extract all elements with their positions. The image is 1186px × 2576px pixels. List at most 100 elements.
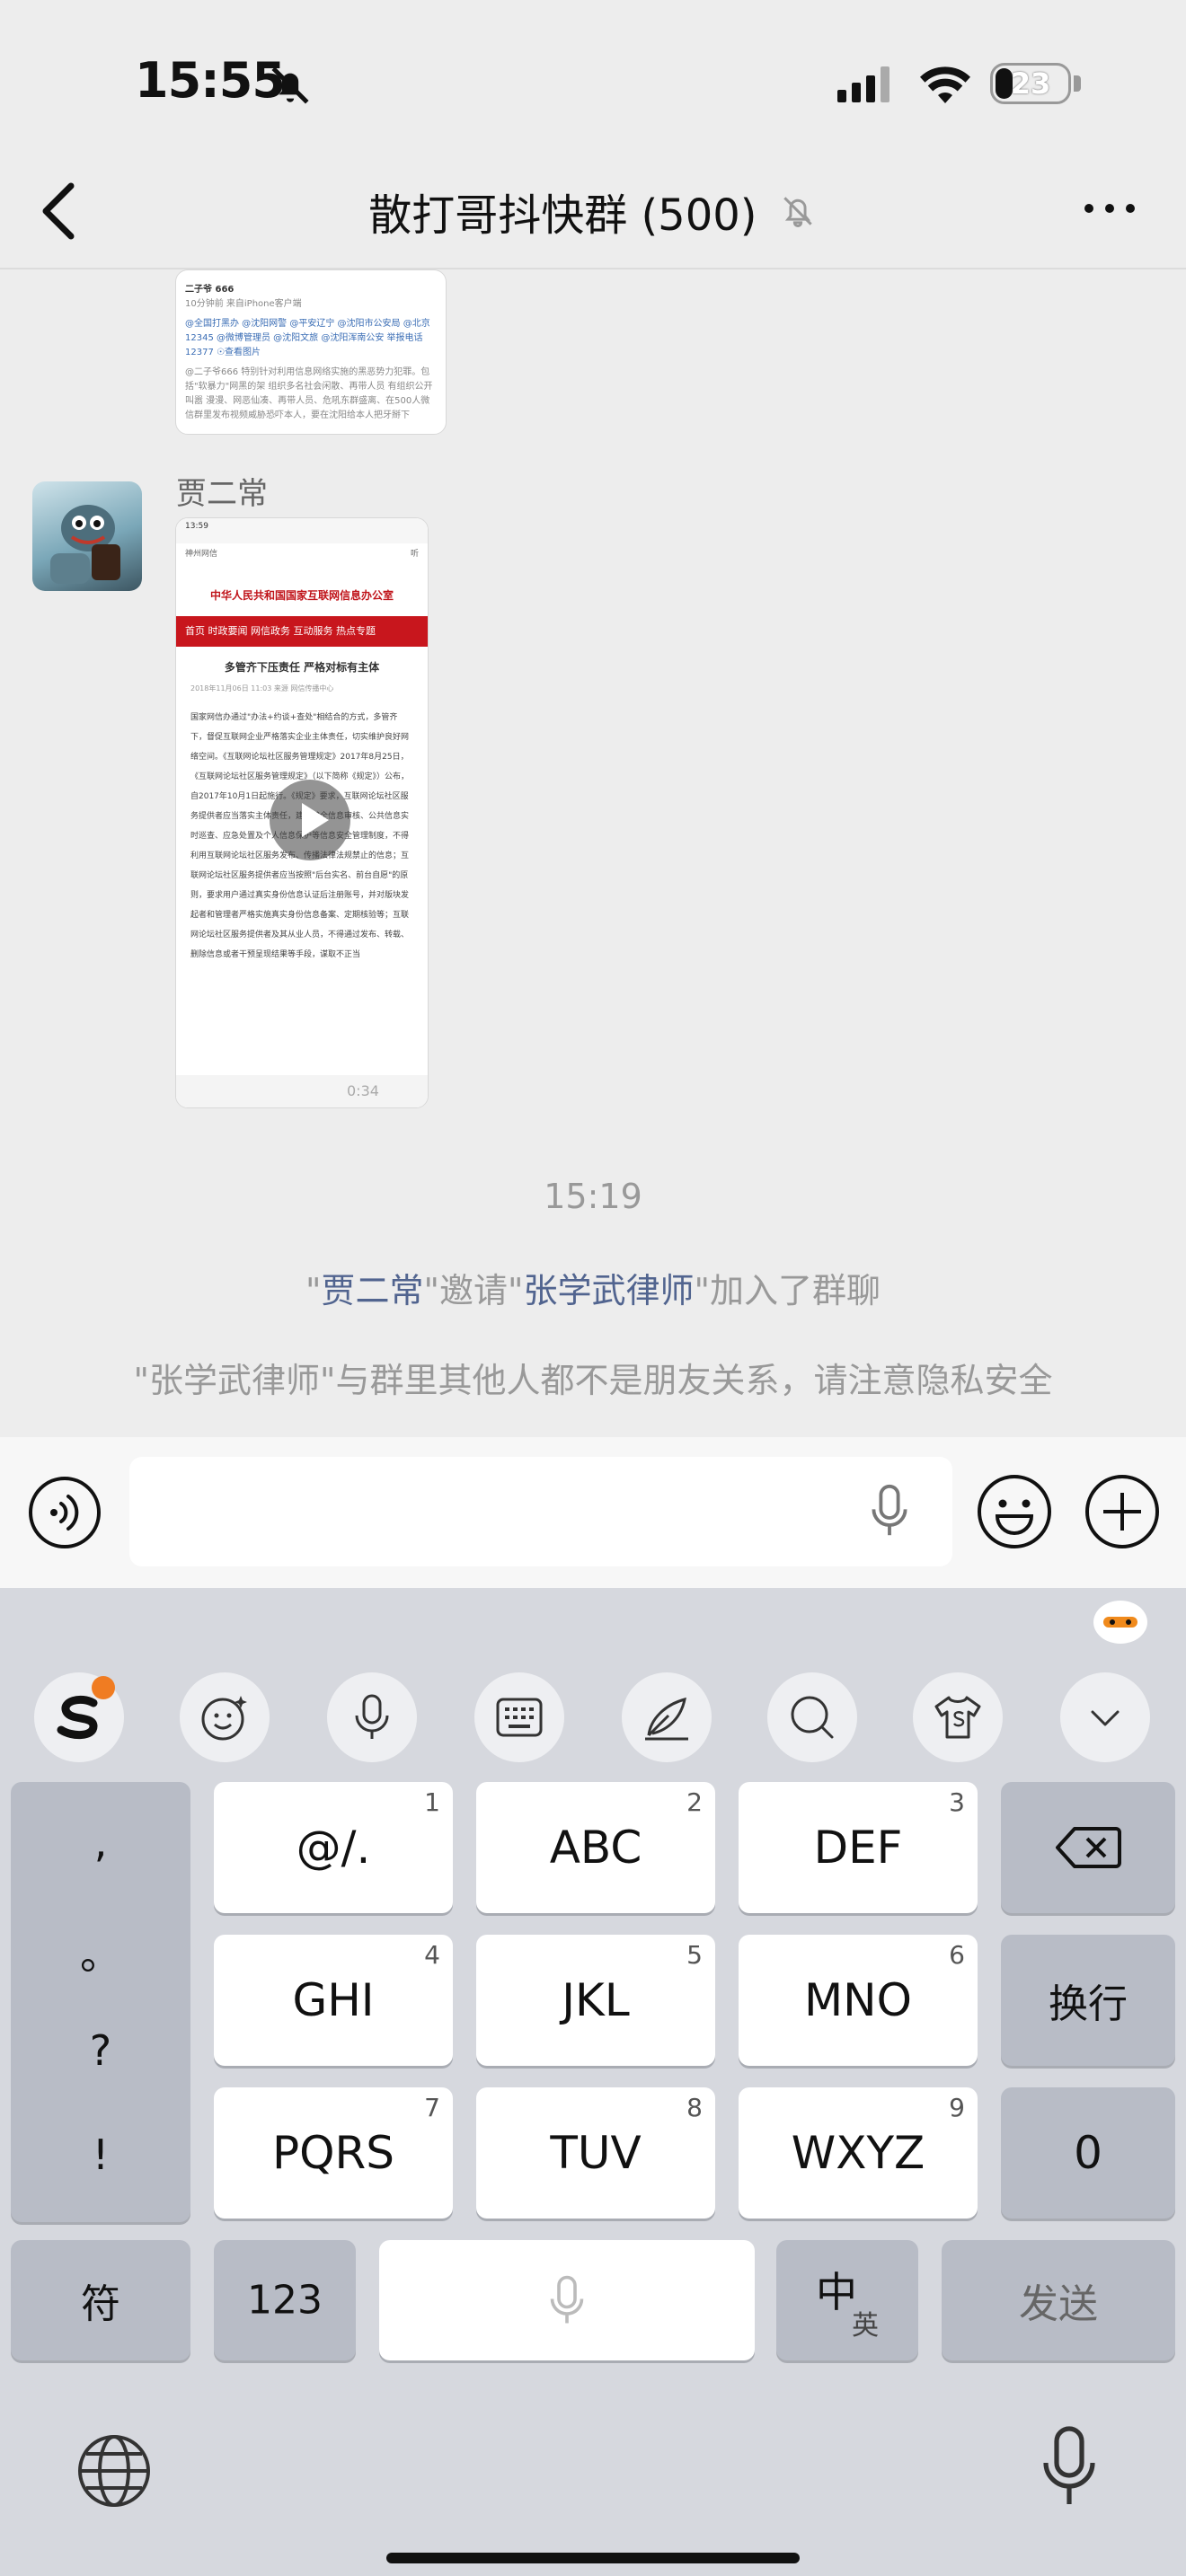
message-input[interactable] bbox=[129, 1457, 952, 1566]
key-label: PQRS bbox=[272, 2127, 394, 2179]
voice-toggle-icon[interactable] bbox=[27, 1475, 102, 1550]
symbol-key[interactable]: 符 bbox=[11, 2240, 190, 2360]
key-8[interactable]: 8 TUV bbox=[476, 2087, 715, 2219]
microphone-icon bbox=[355, 1694, 389, 1739]
inviter-link[interactable]: 贾二常 bbox=[322, 1271, 424, 1310]
weibo-excerpt: @二子爷666 特别针对利用信息网络实施的黑恶势力犯罪。包括"软暴力"网黑的架 … bbox=[185, 367, 433, 420]
handwriting-button[interactable] bbox=[622, 1672, 712, 1762]
play-icon bbox=[302, 803, 329, 837]
enter-key[interactable]: 换行 bbox=[1001, 1935, 1175, 2066]
key-number: 9 bbox=[949, 2093, 965, 2122]
time-separator: 15:19 bbox=[544, 1177, 642, 1216]
weibo-source: 10分钟前 来自iPhone客户端 bbox=[185, 299, 302, 309]
play-button[interactable] bbox=[270, 780, 350, 860]
plus-icon[interactable] bbox=[1084, 1473, 1161, 1550]
key-6[interactable]: 6 MNO bbox=[739, 1935, 978, 2066]
thumb-headline: 多管齐下压责任 严格对标有主体 bbox=[224, 661, 380, 674]
key-label: GHI bbox=[292, 1974, 375, 2026]
key-3[interactable]: 3 DEF bbox=[739, 1782, 978, 1913]
key-number: 4 bbox=[424, 1940, 440, 1970]
sender-name: 贾二常 bbox=[176, 476, 268, 512]
key-5[interactable]: 5 JKL bbox=[476, 1935, 715, 2066]
send-label: 发送 bbox=[1019, 2281, 1098, 2327]
search-button[interactable] bbox=[767, 1672, 857, 1762]
battery-icon: 23 bbox=[990, 63, 1071, 104]
enter-label: 换行 bbox=[1049, 1981, 1128, 2027]
quote: " bbox=[305, 1271, 322, 1310]
more-icon[interactable] bbox=[1078, 190, 1141, 226]
key-4[interactable]: 4 GHI bbox=[214, 1935, 453, 2066]
search-icon bbox=[791, 1696, 834, 1739]
mascot-icon[interactable] bbox=[1091, 1595, 1150, 1645]
tshirt-skin-icon bbox=[934, 1696, 981, 1739]
punctuation-column[interactable]: , 。 ? ! bbox=[11, 1782, 190, 2222]
smart-emoji-button[interactable] bbox=[180, 1672, 270, 1762]
thumb-search: 神州网信 bbox=[185, 550, 218, 559]
status-time: 15:55 bbox=[135, 52, 286, 109]
thumb-statusbar: 13:59 bbox=[176, 518, 428, 543]
signal-icon bbox=[837, 66, 895, 102]
key-label: JKL bbox=[562, 1974, 630, 2026]
smart-emoji-icon bbox=[201, 1696, 247, 1741]
key-number: 2 bbox=[686, 1787, 703, 1817]
key-1[interactable]: 1 @/. bbox=[214, 1782, 453, 1913]
bell-muted-icon bbox=[271, 66, 309, 104]
nav-divider bbox=[0, 268, 1186, 269]
thumb-footer: 0:34 bbox=[176, 1075, 428, 1107]
send-key[interactable]: 发送 bbox=[942, 2240, 1175, 2360]
key-number: 6 bbox=[949, 1940, 965, 1970]
privacy-notice: "张学武律师"与群里其他人都不是朋友关系，请注意隐私安全 bbox=[133, 1361, 1053, 1400]
microphone-icon[interactable] bbox=[1042, 2423, 1096, 2513]
avatar[interactable] bbox=[32, 481, 142, 591]
home-indicator bbox=[386, 2553, 800, 2563]
battery-percent: 23 bbox=[1010, 66, 1051, 101]
backspace-icon bbox=[1056, 1827, 1121, 1868]
invite-text: "邀请" bbox=[423, 1271, 524, 1310]
thumb-time: 13:59 bbox=[185, 522, 208, 531]
key-7[interactable]: 7 PQRS bbox=[214, 2087, 453, 2219]
emoji-icon[interactable] bbox=[976, 1473, 1053, 1550]
keyboard-switch-button[interactable] bbox=[474, 1672, 564, 1762]
lang-sub: 英 bbox=[852, 2310, 879, 2342]
number-key[interactable]: 123 bbox=[214, 2240, 356, 2360]
handwriting-pen-icon bbox=[645, 1697, 688, 1741]
thumb-menu: 首页 时政要闻 网信政务 互动服务 热点专题 bbox=[176, 616, 428, 647]
key-9[interactable]: 9 WXYZ bbox=[739, 2087, 978, 2219]
space-key[interactable] bbox=[379, 2240, 755, 2360]
microphone-icon[interactable] bbox=[863, 1482, 916, 1539]
sogou-logo-icon bbox=[57, 1695, 98, 1739]
backspace-key[interactable] bbox=[1001, 1782, 1175, 1913]
sogou-logo-button[interactable] bbox=[34, 1672, 124, 1762]
number-label: 123 bbox=[247, 2277, 323, 2324]
key-2[interactable]: 2 ABC bbox=[476, 1782, 715, 1913]
zero-key[interactable]: 0 bbox=[1001, 2087, 1175, 2219]
key-label: TUV bbox=[550, 2127, 642, 2179]
thumb-search-row: 神州网信 听 bbox=[176, 543, 428, 562]
chat-title: 散打哥抖快群 (500) bbox=[0, 180, 1186, 243]
joined-text: "加入了群聊 bbox=[694, 1271, 881, 1310]
key-label: ABC bbox=[549, 1822, 642, 1874]
punct-exclaim[interactable]: ! bbox=[11, 2130, 190, 2179]
key-number: 8 bbox=[686, 2093, 703, 2122]
skin-button[interactable] bbox=[913, 1672, 1003, 1762]
weibo-account: 二子爷 666 bbox=[185, 285, 235, 295]
thumb-listen: 听 bbox=[410, 550, 419, 559]
invitee-link[interactable]: 张学武律师 bbox=[523, 1271, 694, 1310]
key-label: MNO bbox=[804, 1974, 912, 2026]
punct-question[interactable]: ? bbox=[11, 2026, 190, 2075]
punct-comma[interactable]: , bbox=[11, 1818, 190, 1866]
thumb-meta: 2018年11月06日 11:03 来源 网信传播中心 bbox=[190, 684, 334, 693]
language-switch-key[interactable]: 中 英 bbox=[776, 2240, 918, 2360]
thumb-site-title: 中华人民共和国国家互联网信息办公室 bbox=[176, 562, 428, 616]
collapse-keyboard-button[interactable] bbox=[1060, 1672, 1150, 1762]
key-number: 5 bbox=[686, 1940, 703, 1970]
key-number: 7 bbox=[424, 2093, 440, 2122]
image-message-weibo-screenshot[interactable]: 二子爷 666 10分钟前 来自iPhone客户端 @全国打黑办 @沈阳网警 @… bbox=[175, 269, 447, 435]
chevron-down-icon bbox=[1091, 1710, 1120, 1726]
globe-icon[interactable] bbox=[75, 2432, 153, 2510]
keyboard-icon bbox=[496, 1698, 543, 1737]
punct-period[interactable]: 。 bbox=[11, 1922, 190, 1981]
voice-input-button[interactable] bbox=[327, 1672, 417, 1762]
wifi-icon bbox=[920, 66, 970, 103]
avatar-figure bbox=[50, 505, 120, 584]
